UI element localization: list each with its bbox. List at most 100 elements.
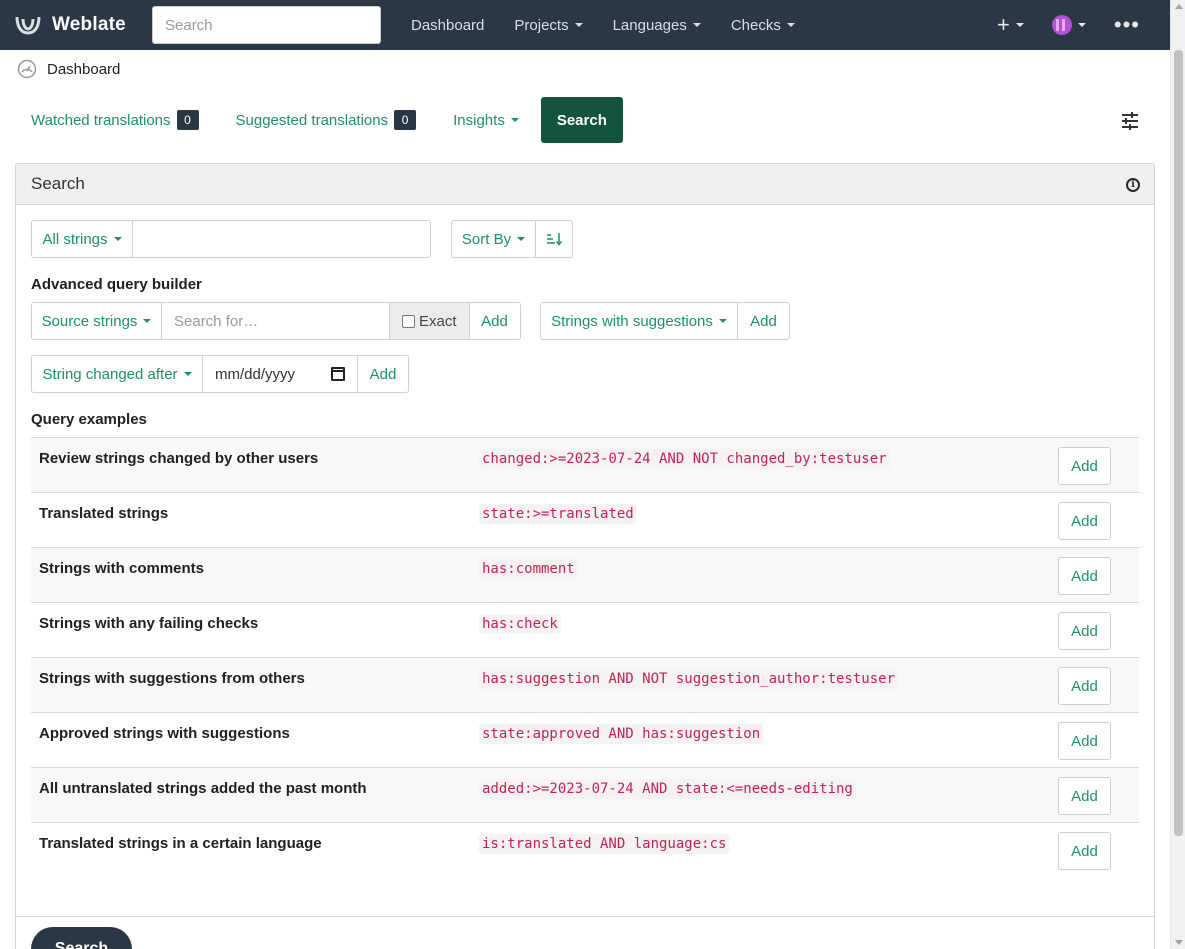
search-for-input[interactable] (161, 302, 390, 340)
query-description: Strings with suggestions from others (39, 670, 305, 687)
add-source-query-button[interactable]: Add (468, 302, 521, 340)
caret-down-icon (517, 237, 526, 241)
exact-checkbox-label[interactable]: Exact (389, 302, 470, 340)
page-scrollbar[interactable] (1170, 0, 1185, 949)
query-description: All untranslated strings added the past … (39, 780, 367, 797)
sort-by-dropdown[interactable]: Sort By (451, 220, 536, 258)
sort-direction-icon (547, 233, 562, 246)
add-changed-after-button[interactable]: Add (357, 355, 409, 393)
strings-filter-dropdown[interactable]: All strings (31, 220, 133, 258)
info-icon[interactable]: i (1126, 178, 1140, 192)
table-row: All untranslated strings added the past … (31, 767, 1139, 822)
strings-filter-label: All strings (42, 230, 108, 248)
add-menu-button[interactable]: + (997, 12, 1024, 38)
caret-down-icon (692, 23, 701, 27)
add-query-button[interactable]: Add (1058, 612, 1111, 650)
submit-search-button[interactable]: Search (31, 927, 132, 949)
top-navbar: Weblate Dashboard Projects Languages Che… (0, 0, 1170, 50)
query-code: state:approved AND has:suggestion (479, 724, 764, 744)
query-code: has:suggestion AND NOT suggestion_author… (479, 669, 899, 689)
caret-down-icon (183, 372, 192, 376)
changed-after-label: String changed after (42, 365, 178, 383)
tab-search[interactable]: Search (540, 97, 623, 143)
nav-right: + ••• (997, 0, 1170, 50)
nav-checks-dropdown[interactable]: Checks (731, 17, 795, 34)
caret-down-icon (786, 23, 795, 27)
tab-watched-label: Watched translations (31, 111, 171, 129)
query-input[interactable] (132, 220, 431, 258)
nav-dashboard[interactable]: Dashboard (411, 17, 484, 34)
sort-direction-button[interactable] (535, 220, 573, 258)
more-dots-icon: ••• (1113, 12, 1140, 37)
submit-search-label: Search (54, 940, 109, 949)
tab-insights-label: Insights (453, 111, 505, 129)
scroll-thumb[interactable] (1174, 50, 1183, 836)
add-query-button[interactable]: Add (1058, 777, 1111, 815)
add-label: Add (369, 365, 397, 383)
scroll-down-arrow-icon[interactable] (1175, 940, 1183, 945)
plus-icon: + (997, 12, 1010, 37)
changed-after-dropdown[interactable]: String changed after (31, 355, 203, 393)
search-panel-title: Search (31, 174, 85, 193)
sort-by-label: Sort By (461, 230, 512, 248)
global-search-input[interactable] (152, 6, 381, 44)
source-strings-dropdown[interactable]: Source strings (31, 302, 162, 340)
changed-after-builder: String changed after mm/dd/yyyy Add (31, 355, 409, 393)
table-row: Translated strings in a certain language… (31, 822, 1139, 877)
suggestions-builder: Strings with suggestions Add (540, 302, 790, 340)
nav-dashboard-label: Dashboard (411, 16, 485, 34)
brand-name: Weblate (52, 14, 126, 35)
nav-languages-dropdown[interactable]: Languages (613, 17, 701, 34)
breadcrumb-dashboard[interactable]: Dashboard (47, 61, 120, 78)
sliders-icon[interactable] (1116, 108, 1144, 134)
source-strings-builder: Source strings Exact Add (31, 302, 521, 340)
more-menu-button[interactable]: ••• (1114, 14, 1140, 36)
add-query-button[interactable]: Add (1058, 722, 1111, 760)
tab-insights-dropdown[interactable]: Insights (438, 97, 534, 143)
exact-checkbox[interactable] (402, 314, 415, 328)
scroll-up-arrow-icon[interactable] (1175, 4, 1183, 9)
table-row: Strings with suggestions from others has:… (31, 657, 1139, 712)
weblate-logo-icon (15, 16, 41, 35)
dashboard-gauge-icon (17, 59, 37, 79)
add-query-button[interactable]: Add (1058, 502, 1111, 540)
query-code: added:>=2023-07-24 AND state:<=needs-edi… (479, 779, 856, 799)
add-query-button[interactable]: Add (1058, 832, 1111, 870)
query-description: Strings with any failing checks (39, 615, 259, 632)
date-input[interactable]: mm/dd/yyyy (202, 355, 358, 393)
date-placeholder: mm/dd/yyyy (215, 365, 296, 383)
breadcrumb: Dashboard (17, 59, 120, 79)
suggestions-filter-dropdown[interactable]: Strings with suggestions (540, 302, 738, 340)
nav-languages-label: Languages (612, 16, 687, 34)
query-description: Review strings changed by other users (39, 450, 319, 467)
table-row: Approved strings with suggestions state:a… (31, 712, 1139, 767)
brand[interactable]: Weblate (14, 14, 138, 36)
nav-projects-dropdown[interactable]: Projects (514, 16, 583, 34)
caret-down-icon (143, 319, 152, 323)
query-description: Strings with comments (39, 560, 205, 577)
nav-checks-label: Checks (730, 16, 781, 34)
tab-search-label: Search (556, 111, 607, 129)
add-suggestions-query-button[interactable]: Add (737, 302, 790, 340)
caret-down-icon (718, 319, 727, 323)
query-description: Translated strings in a certain language (39, 835, 322, 852)
query-code: has:comment (479, 559, 578, 579)
add-label: Add (481, 312, 508, 330)
table-row: Translated strings state:>=translated Add (31, 492, 1139, 547)
avatar (1051, 15, 1072, 35)
query-code: state:>=translated (479, 504, 637, 524)
watched-count-badge: 0 (176, 110, 199, 130)
add-query-button[interactable]: Add (1058, 557, 1111, 595)
table-row: Review strings changed by other users cha… (31, 437, 1139, 492)
nav-projects-label: Projects (514, 16, 569, 34)
caret-down-icon (1077, 23, 1086, 27)
calendar-icon[interactable] (331, 367, 345, 381)
user-menu-button[interactable] (1051, 15, 1086, 35)
add-query-button[interactable]: Add (1058, 447, 1111, 485)
tab-watched-translations[interactable]: Watched translations 0 (16, 97, 214, 143)
add-query-button[interactable]: Add (1058, 667, 1111, 705)
query-examples-heading: Query examples (31, 411, 147, 428)
dashboard-tabs: Watched translations 0 Suggested transla… (16, 97, 623, 143)
tab-suggested-translations[interactable]: Suggested translations 0 (221, 97, 432, 143)
tab-suggested-label: Suggested translations (235, 111, 389, 129)
